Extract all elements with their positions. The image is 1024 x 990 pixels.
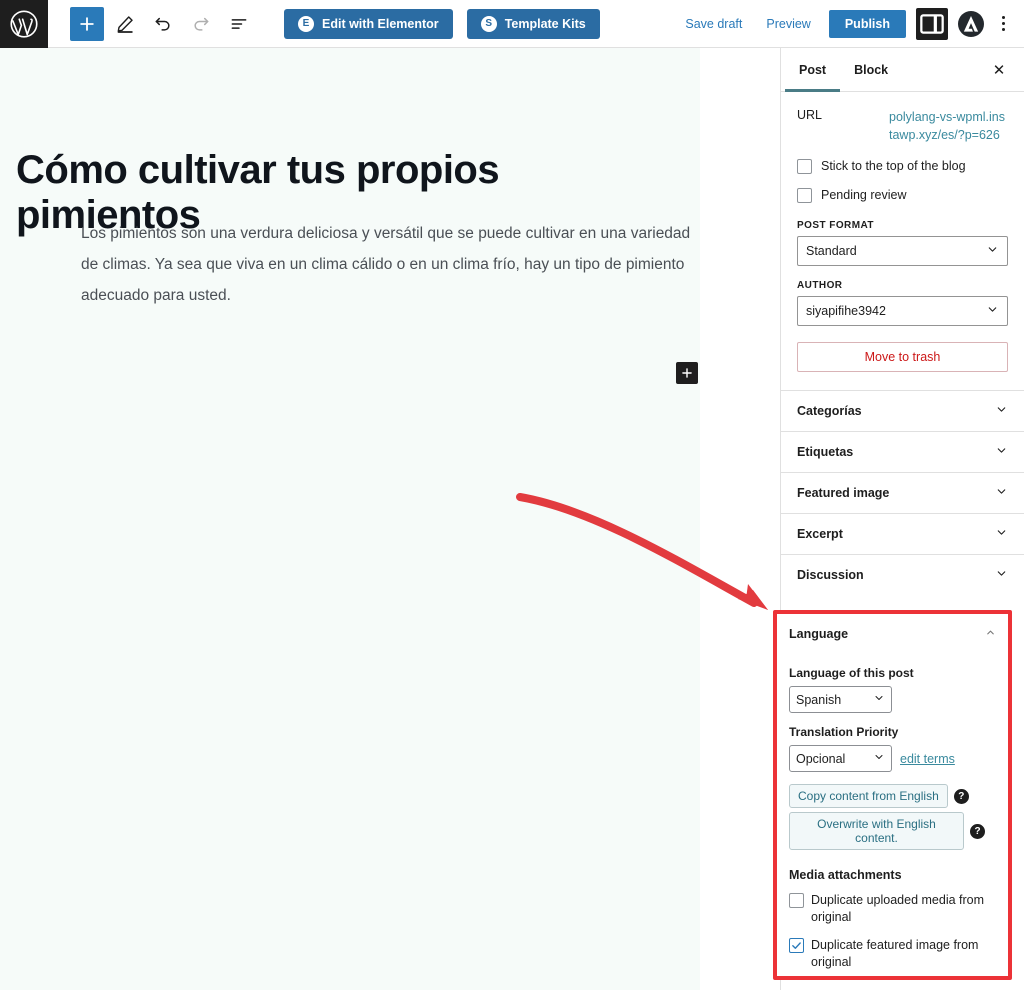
panel-featured-image-label: Featured image [797,486,890,500]
chevron-down-icon [995,526,1008,542]
redo-icon[interactable] [184,7,218,41]
pending-review-checkbox[interactable] [797,188,812,204]
language-panel-highlighted: Language Language of this post Spanish T… [773,610,1012,980]
url-value-link[interactable]: polylang-vs-wpml.instawp.xyz/es/?p=626 [889,108,1008,144]
wordpress-block-editor: E Edit with Elementor S Template Kits Sa… [0,0,1024,990]
chevron-down-icon [995,485,1008,501]
chevron-up-icon [985,627,996,641]
url-row: URL polylang-vs-wpml.instawp.xyz/es/?p=6… [781,92,1024,148]
template-kits-button[interactable]: S Template Kits [466,8,600,39]
undo-icon[interactable] [146,7,180,41]
list-view-icon[interactable] [222,7,256,41]
astra-logo-icon[interactable] [958,10,984,37]
overwrite-content-row: Overwrite with English content. ? [789,812,996,850]
block-inserter-button[interactable] [676,362,698,384]
post-language-value: Spanish [796,692,842,707]
kebab-menu-icon[interactable] [990,8,1016,40]
add-block-button[interactable] [70,6,104,41]
chevron-down-icon [863,692,885,707]
media-attachments-title: Media attachments [789,868,902,882]
collapsible-panels: Categorías Etiquetas Featured image Exce… [781,390,1024,595]
sidebar-tabs: Post Block ✕ [781,48,1024,92]
panel-categorias-label: Categorías [797,404,862,418]
translation-priority-value: Opcional [796,751,846,766]
chevron-down-icon [986,303,999,319]
language-panel-title: Language [789,627,849,641]
panel-categorias[interactable]: Categorías [781,390,1024,431]
author-label: AUTHOR [797,280,843,291]
editor-canvas[interactable]: Cómo cultivar tus propios pimientos Los … [0,48,700,990]
duplicate-featured-image-checkbox[interactable] [789,937,804,953]
translation-priority-label: Translation Priority [789,725,899,739]
tab-post[interactable]: Post [785,48,840,92]
language-panel-header[interactable]: Language [789,614,996,654]
language-panel-inner: Language Language of this post Spanish T… [777,614,1008,971]
canvas-gutter [700,48,780,990]
translation-priority-row: Opcional edit terms [789,745,996,772]
panel-etiquetas-label: Etiquetas [797,445,854,459]
move-to-trash-button[interactable]: Move to trash [797,342,1008,372]
url-label: URL [797,108,823,122]
duplicate-featured-image-row[interactable]: Duplicate featured image from original [789,937,996,972]
post-paragraph-block[interactable]: Los pimientos son una verdura deliciosa … [81,218,693,311]
panel-discussion-label: Discussion [797,568,864,582]
save-draft-button[interactable]: Save draft [673,11,754,37]
sidebar-body: URL polylang-vs-wpml.instawp.xyz/es/?p=6… [781,92,1024,595]
edit-mode-pencil-icon[interactable] [108,7,142,41]
post-format-select[interactable]: Standard [797,236,1008,266]
translation-priority-select[interactable]: Opcional [789,745,892,772]
elementor-button-label: Edit with Elementor [322,16,439,31]
panel-etiquetas[interactable]: Etiquetas [781,431,1024,472]
template-kits-button-label: Template Kits [504,16,586,31]
publish-button[interactable]: Publish [828,9,906,38]
close-icon[interactable]: ✕ [982,53,1016,87]
wordpress-logo-icon[interactable] [0,0,48,48]
post-language-label: Language of this post [789,666,914,680]
post-language-select[interactable]: Spanish [789,686,892,713]
panel-discussion[interactable]: Discussion [781,554,1024,595]
panel-excerpt[interactable]: Excerpt [781,513,1024,554]
pending-review-row[interactable]: Pending review [781,177,1024,206]
duplicate-uploaded-media-label: Duplicate uploaded media from original [811,893,985,925]
help-icon[interactable]: ? [970,823,985,839]
panel-featured-image[interactable]: Featured image [781,472,1024,513]
chevron-down-icon [995,403,1008,419]
toolbar-left-controls [70,6,256,41]
chevron-down-icon [863,751,885,766]
chevron-down-icon [995,567,1008,583]
sticky-post-row[interactable]: Stick to the top of the blog [781,148,1024,177]
chevron-down-icon [995,444,1008,460]
help-icon[interactable]: ? [953,788,969,804]
edit-terms-link[interactable]: edit terms [900,752,955,766]
author-value: siyapifihe3942 [806,304,886,318]
copy-content-row: Copy content from English ? [789,784,996,808]
editor-toolbar: E Edit with Elementor S Template Kits Sa… [0,0,1024,48]
post-format-label: POST FORMAT [797,220,874,231]
overwrite-with-english-button[interactable]: Overwrite with English content. [789,812,964,850]
settings-sidebar-toggle-icon[interactable] [916,7,948,40]
edit-with-elementor-button[interactable]: E Edit with Elementor [284,8,453,39]
tab-block[interactable]: Block [840,48,902,92]
chevron-down-icon [986,243,999,259]
pending-review-label: Pending review [821,188,907,203]
author-select[interactable]: siyapifihe3942 [797,296,1008,326]
template-kits-logo-icon: S [480,15,497,32]
duplicate-uploaded-media-row[interactable]: Duplicate uploaded media from original [789,892,996,927]
sticky-post-label: Stick to the top of the blog [821,159,966,174]
post-format-value: Standard [806,244,857,258]
sticky-post-checkbox[interactable] [797,159,812,175]
duplicate-featured-image-label: Duplicate featured image from original [811,937,979,969]
duplicate-uploaded-media-checkbox[interactable] [789,893,804,908]
elementor-logo-icon: E [298,15,314,32]
panel-excerpt-label: Excerpt [797,527,843,541]
toolbar-right-controls: Save draft Preview Publish [673,7,1024,40]
preview-button[interactable]: Preview [754,11,822,37]
copy-content-from-english-button[interactable]: Copy content from English [789,784,948,808]
